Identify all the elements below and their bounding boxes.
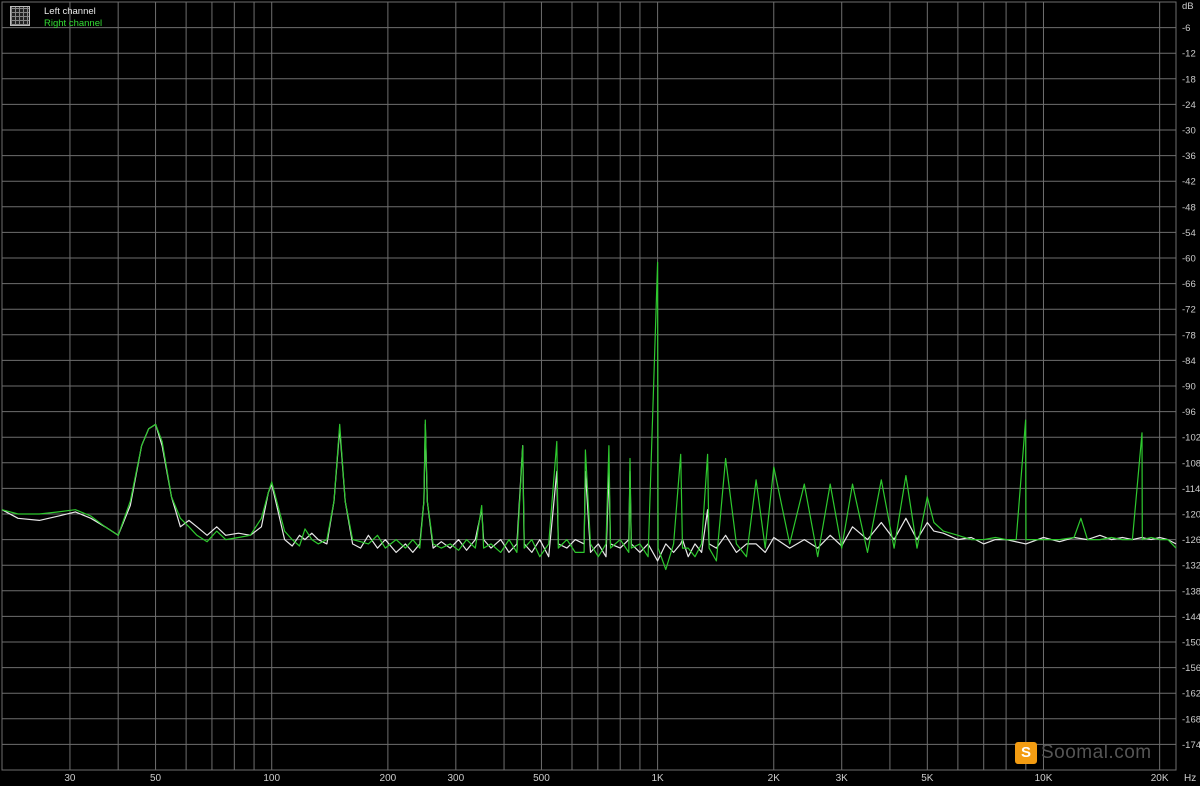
y-tick-label: -78	[1182, 330, 1196, 341]
x-tick-label: 5K	[921, 773, 934, 784]
x-tick-label: 10K	[1035, 773, 1053, 784]
grid-icon[interactable]	[10, 6, 30, 26]
x-tick-label: 500	[533, 773, 550, 784]
x-tick-label: 50	[150, 773, 162, 784]
watermark-text: Soomal.com	[1041, 742, 1152, 763]
x-tick-label: 100	[263, 773, 280, 784]
y-tick-label: -114	[1182, 484, 1200, 495]
x-tick-label: 3K	[836, 773, 849, 784]
legend: Left channel Right channel	[10, 6, 102, 30]
y-tick-label: -162	[1182, 689, 1200, 700]
y-tick-label: -138	[1182, 586, 1200, 597]
x-unit-label: Hz	[1184, 773, 1196, 784]
x-tick-label: 200	[380, 773, 397, 784]
y-tick-label: -144	[1182, 612, 1200, 623]
x-tick-label: 20K	[1151, 773, 1169, 784]
legend-entries: Left channel Right channel	[44, 6, 102, 30]
y-tick-label: -174	[1182, 740, 1200, 751]
y-unit-label: dB	[1182, 1, 1194, 12]
y-tick-label: -66	[1182, 279, 1196, 290]
y-tick-label: -30	[1182, 126, 1196, 137]
y-tick-label: -156	[1182, 663, 1200, 674]
y-tick-label: -54	[1182, 228, 1196, 239]
y-tick-label: -60	[1182, 254, 1196, 265]
y-tick-label: -126	[1182, 535, 1200, 546]
x-tick-label: 2K	[768, 773, 781, 784]
y-tick-label: -168	[1182, 714, 1200, 725]
legend-left-channel: Left channel	[44, 6, 96, 17]
y-tick-label: -84	[1182, 356, 1196, 367]
y-tick-label: -36	[1182, 151, 1196, 162]
y-tick-label: -42	[1182, 177, 1196, 188]
y-tick-label: -90	[1182, 382, 1196, 393]
x-tick-label: 1K	[651, 773, 664, 784]
y-tick-label: -120	[1182, 510, 1200, 521]
legend-right-channel: Right channel	[44, 18, 103, 29]
watermark: S Soomal.com	[1015, 742, 1152, 764]
y-tick-label: -24	[1182, 100, 1196, 111]
y-tick-label: -96	[1182, 407, 1196, 418]
y-tick-label: -102	[1182, 433, 1200, 444]
x-tick-label: 30	[64, 773, 76, 784]
y-tick-label: -72	[1182, 305, 1196, 316]
y-tick-label: -150	[1182, 638, 1200, 649]
y-tick-label: -108	[1182, 458, 1200, 469]
y-tick-label: -132	[1182, 561, 1200, 572]
soomal-logo-icon: S	[1015, 742, 1037, 764]
y-tick-label: -18	[1182, 74, 1196, 85]
y-tick-label: -6	[1182, 23, 1190, 34]
y-tick-label: -48	[1182, 202, 1196, 213]
x-tick-label: 300	[447, 773, 464, 784]
spectrum-chart: -6 -12 -18 -24 -30 -36 -42 -48 -54 -60 -66 -72 -78 -8…	[0, 0, 1200, 786]
y-tick-label: -12	[1182, 49, 1196, 60]
